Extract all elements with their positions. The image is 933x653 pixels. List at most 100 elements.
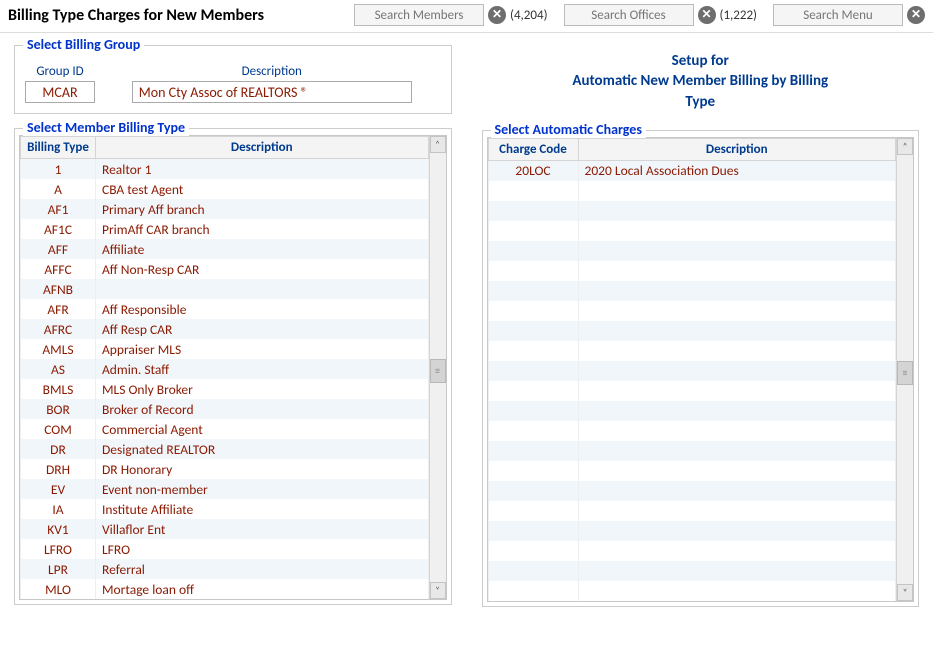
billing-type-col-desc[interactable]: Description xyxy=(96,137,429,159)
table-row[interactable] xyxy=(488,581,896,601)
billing-type-code: AFFC xyxy=(21,259,96,279)
billing-type-code: AF1C xyxy=(21,219,96,239)
table-row[interactable] xyxy=(488,461,896,481)
charge-code xyxy=(488,181,578,201)
table-row[interactable]: DRHDR Honorary xyxy=(21,459,429,479)
scroll-up-icon[interactable]: ˄ xyxy=(430,136,446,153)
table-row[interactable] xyxy=(488,501,896,521)
search-menu-group: ✕ xyxy=(773,4,925,26)
table-row[interactable] xyxy=(488,241,896,261)
main-content: Select Billing Group Group ID Descriptio… xyxy=(0,33,933,633)
billing-type-code: LFRO xyxy=(21,539,96,559)
table-row[interactable]: AFFAffiliate xyxy=(21,239,429,259)
table-row[interactable] xyxy=(488,201,896,221)
billing-type-desc: Commercial Agent xyxy=(96,419,429,439)
billing-type-scrollbar[interactable]: ˄ ˅ xyxy=(429,136,446,599)
table-row[interactable]: ACBA test Agent xyxy=(21,179,429,199)
billing-type-col-code[interactable]: Billing Type xyxy=(21,137,96,159)
table-row[interactable]: MLOMortage loan off xyxy=(21,579,429,599)
scroll-thumb[interactable] xyxy=(897,361,913,385)
table-row[interactable]: AMLSAppraiser MLS xyxy=(21,339,429,359)
table-row[interactable] xyxy=(488,301,896,321)
billing-type-legend: Select Member Billing Type xyxy=(23,119,189,136)
scroll-thumb[interactable] xyxy=(430,359,446,383)
table-row[interactable] xyxy=(488,521,896,541)
clear-menu-icon[interactable]: ✕ xyxy=(907,6,925,24)
table-row[interactable]: BMLSMLS Only Broker xyxy=(21,379,429,399)
charges-grid: Charge Code Description 20LOC2020 Local … xyxy=(487,137,915,602)
charges-scrollbar[interactable]: ˄ ˅ xyxy=(896,138,913,601)
table-row[interactable] xyxy=(488,321,896,341)
table-row[interactable] xyxy=(488,541,896,561)
table-row[interactable]: EVEvent non-member xyxy=(21,479,429,499)
table-row[interactable]: IAInstitute Affiliate xyxy=(21,499,429,519)
table-row[interactable]: KV1Villaflor Ent xyxy=(21,519,429,539)
table-row[interactable]: 20LOC2020 Local Association Dues xyxy=(488,160,896,181)
table-row[interactable] xyxy=(488,381,896,401)
billing-type-grid: Billing Type Description 1Realtor 1ACBA … xyxy=(19,135,447,600)
charge-code xyxy=(488,521,578,541)
offices-count: (1,222) xyxy=(720,8,757,23)
charge-code xyxy=(488,241,578,261)
billing-type-desc: Aff Resp CAR xyxy=(96,319,429,339)
charges-col-code[interactable]: Charge Code xyxy=(488,138,578,160)
group-id-header: Group ID xyxy=(36,64,83,79)
charge-desc xyxy=(578,361,896,381)
billing-type-desc: Villaflor Ent xyxy=(96,519,429,539)
charge-desc xyxy=(578,501,896,521)
table-row[interactable]: AFFCAff Non-Resp CAR xyxy=(21,259,429,279)
setup-header-line3: Type xyxy=(482,92,920,112)
charge-code xyxy=(488,341,578,361)
table-row[interactable]: COMCommercial Agent xyxy=(21,419,429,439)
group-id-input[interactable] xyxy=(25,81,95,103)
charges-fieldset: Select Automatic Charges Charge Code Des… xyxy=(482,130,920,607)
table-row[interactable]: AFRCAff Resp CAR xyxy=(21,319,429,339)
table-row[interactable] xyxy=(488,421,896,441)
billing-type-code: AS xyxy=(21,359,96,379)
table-row[interactable] xyxy=(488,281,896,301)
table-row[interactable] xyxy=(488,401,896,421)
table-row[interactable] xyxy=(488,481,896,501)
group-desc-input[interactable] xyxy=(132,81,412,103)
table-row[interactable]: ASAdmin. Staff xyxy=(21,359,429,379)
table-row[interactable] xyxy=(488,561,896,581)
table-row[interactable]: LPRReferral xyxy=(21,559,429,579)
table-row[interactable]: AFNB xyxy=(21,279,429,299)
table-row[interactable]: AFRAff Responsible xyxy=(21,299,429,319)
scroll-down-icon[interactable]: ˅ xyxy=(897,584,913,601)
table-row[interactable] xyxy=(488,221,896,241)
billing-type-desc: Event non-member xyxy=(96,479,429,499)
search-offices-group: ✕ (1,222) xyxy=(564,4,767,26)
billing-type-desc: Aff Responsible xyxy=(96,299,429,319)
charge-code xyxy=(488,321,578,341)
table-row[interactable]: AF1Primary Aff branch xyxy=(21,199,429,219)
table-row[interactable] xyxy=(488,181,896,201)
search-menu-input[interactable] xyxy=(773,4,903,26)
table-row[interactable] xyxy=(488,341,896,361)
charge-desc xyxy=(578,541,896,561)
table-row[interactable]: 1Realtor 1 xyxy=(21,159,429,180)
search-offices-input[interactable] xyxy=(564,4,694,26)
table-row[interactable]: DRDesignated REALTOR xyxy=(21,439,429,459)
charge-desc xyxy=(578,241,896,261)
table-row[interactable] xyxy=(488,361,896,381)
setup-header-line2: Automatic New Member Billing by Billing xyxy=(482,71,920,91)
table-row[interactable]: BORBroker of Record xyxy=(21,399,429,419)
charge-desc xyxy=(578,381,896,401)
charge-code xyxy=(488,301,578,321)
billing-type-code: AFF xyxy=(21,239,96,259)
clear-members-icon[interactable]: ✕ xyxy=(488,6,506,24)
search-members-input[interactable] xyxy=(354,4,484,26)
table-row[interactable] xyxy=(488,441,896,461)
scroll-down-icon[interactable]: ˅ xyxy=(430,582,446,599)
scroll-up-icon[interactable]: ˄ xyxy=(897,138,913,155)
billing-type-desc: Affiliate xyxy=(96,239,429,259)
table-row[interactable] xyxy=(488,261,896,281)
table-row[interactable]: AF1CPrimAff CAR branch xyxy=(21,219,429,239)
charges-col-desc[interactable]: Description xyxy=(578,138,896,160)
table-row[interactable]: LFROLFRO xyxy=(21,539,429,559)
charge-code xyxy=(488,421,578,441)
billing-type-desc: Admin. Staff xyxy=(96,359,429,379)
clear-offices-icon[interactable]: ✕ xyxy=(698,6,716,24)
billing-group-legend: Select Billing Group xyxy=(23,36,144,53)
